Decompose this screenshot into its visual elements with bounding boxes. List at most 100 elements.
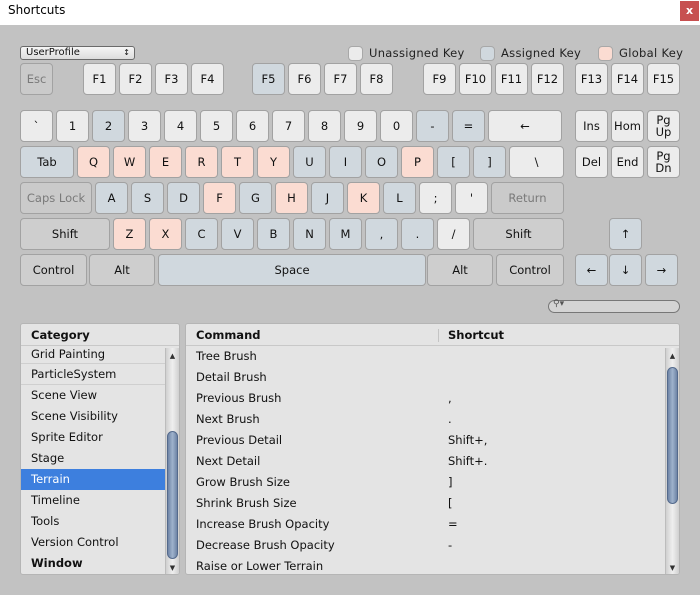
key-4[interactable]: 4	[164, 110, 197, 142]
key-[interactable]: ←	[575, 254, 608, 286]
key-o[interactable]: O	[365, 146, 398, 178]
key-alt[interactable]: Alt	[427, 254, 493, 286]
scrollbar-thumb[interactable]	[667, 367, 678, 504]
key-del[interactable]: Del	[575, 146, 608, 178]
key-[interactable]: \	[509, 146, 564, 178]
key-q[interactable]: Q	[77, 146, 110, 178]
key-f9[interactable]: F9	[423, 63, 456, 95]
key-[interactable]: ;	[419, 182, 452, 214]
key-[interactable]: ,	[365, 218, 398, 250]
key-caps-lock[interactable]: Caps Lock	[20, 182, 92, 214]
category-item[interactable]: Stage	[21, 448, 165, 469]
key-f8[interactable]: F8	[360, 63, 393, 95]
key-5[interactable]: 5	[200, 110, 233, 142]
key-f6[interactable]: F6	[288, 63, 321, 95]
key-pg-up[interactable]: Pg Up	[647, 110, 680, 142]
key-d[interactable]: D	[167, 182, 200, 214]
key-shift[interactable]: Shift	[473, 218, 564, 250]
key-f[interactable]: F	[203, 182, 236, 214]
key-f14[interactable]: F14	[611, 63, 644, 95]
profile-dropdown[interactable]: UserProfile ↕	[20, 46, 135, 60]
key-0[interactable]: 0	[380, 110, 413, 142]
key-f11[interactable]: F11	[495, 63, 528, 95]
category-item[interactable]: Scene View	[21, 385, 165, 406]
command-row[interactable]: Grow Brush Size]	[186, 472, 679, 493]
key-8[interactable]: 8	[308, 110, 341, 142]
category-item[interactable]: Tools	[21, 511, 165, 532]
key-[interactable]: `	[20, 110, 53, 142]
key-g[interactable]: G	[239, 182, 272, 214]
key-f4[interactable]: F4	[191, 63, 224, 95]
key-f7[interactable]: F7	[324, 63, 357, 95]
key-end[interactable]: End	[611, 146, 644, 178]
key-6[interactable]: 6	[236, 110, 269, 142]
key-f15[interactable]: F15	[647, 63, 680, 95]
category-item[interactable]: Scene Visibility	[21, 406, 165, 427]
key-s[interactable]: S	[131, 182, 164, 214]
key-f10[interactable]: F10	[459, 63, 492, 95]
shortcut-column-header[interactable]: Shortcut	[448, 324, 504, 346]
key-alt[interactable]: Alt	[89, 254, 155, 286]
key-return[interactable]: Return	[491, 182, 564, 214]
category-item[interactable]: Timeline	[21, 490, 165, 511]
key-m[interactable]: M	[329, 218, 362, 250]
key-[interactable]: ←	[488, 110, 562, 142]
key-[interactable]: ↑	[609, 218, 642, 250]
category-item[interactable]: ParticleSystem	[21, 364, 165, 385]
column-divider[interactable]	[438, 329, 439, 342]
command-row[interactable]: Raise or Lower Terrain	[186, 556, 679, 574]
category-item[interactable]: Window	[21, 553, 165, 574]
close-button[interactable]: x	[680, 1, 699, 21]
command-row[interactable]: Previous Detail Shift+,	[186, 430, 679, 451]
scroll-down-icon[interactable]: ▼	[666, 562, 679, 574]
category-item[interactable]: Version Control	[21, 532, 165, 553]
key-3[interactable]: 3	[128, 110, 161, 142]
key-w[interactable]: W	[113, 146, 146, 178]
key-z[interactable]: Z	[113, 218, 146, 250]
key-[interactable]: ]	[473, 146, 506, 178]
key-tab[interactable]: Tab	[20, 146, 74, 178]
key-[interactable]: ↓	[609, 254, 642, 286]
command-row[interactable]: Next Detail Shift+.	[186, 451, 679, 472]
key-j[interactable]: J	[311, 182, 344, 214]
command-row[interactable]: Increase Brush Opacity =	[186, 514, 679, 535]
key-f2[interactable]: F2	[119, 63, 152, 95]
key-[interactable]: -	[416, 110, 449, 142]
scrollbar-thumb[interactable]	[167, 431, 178, 559]
key-7[interactable]: 7	[272, 110, 305, 142]
key-c[interactable]: C	[185, 218, 218, 250]
command-row[interactable]: Shrink Brush Size [	[186, 493, 679, 514]
key-pg-dn[interactable]: Pg Dn	[647, 146, 680, 178]
key-[interactable]: =	[452, 110, 485, 142]
key-t[interactable]: T	[221, 146, 254, 178]
command-row[interactable]: Decrease Brush Opacity -	[186, 535, 679, 556]
commands-scrollbar[interactable]: ▲ ▼	[665, 348, 679, 574]
search-input[interactable]: ⚲▾	[548, 299, 680, 313]
command-column-header[interactable]: Command	[196, 328, 261, 342]
key-y[interactable]: Y	[257, 146, 290, 178]
command-row[interactable]: Next Brush.	[186, 409, 679, 430]
key-f1[interactable]: F1	[83, 63, 116, 95]
key-f13[interactable]: F13	[575, 63, 608, 95]
key-1[interactable]: 1	[56, 110, 89, 142]
key-[interactable]: .	[401, 218, 434, 250]
key-[interactable]: /	[437, 218, 470, 250]
key-i[interactable]: I	[329, 146, 362, 178]
key-[interactable]: [	[437, 146, 470, 178]
key-[interactable]: →	[645, 254, 678, 286]
key-x[interactable]: X	[149, 218, 182, 250]
key-a[interactable]: A	[95, 182, 128, 214]
key-9[interactable]: 9	[344, 110, 377, 142]
key-[interactable]: '	[455, 182, 488, 214]
key-u[interactable]: U	[293, 146, 326, 178]
key-p[interactable]: P	[401, 146, 434, 178]
key-f12[interactable]: F12	[531, 63, 564, 95]
key-esc[interactable]: Esc	[20, 63, 53, 95]
key-l[interactable]: L	[383, 182, 416, 214]
key-control[interactable]: Control	[496, 254, 564, 286]
key-k[interactable]: K	[347, 182, 380, 214]
category-item[interactable]: Sprite Editor	[21, 427, 165, 448]
key-r[interactable]: R	[185, 146, 218, 178]
key-f5[interactable]: F5	[252, 63, 285, 95]
key-b[interactable]: B	[257, 218, 290, 250]
